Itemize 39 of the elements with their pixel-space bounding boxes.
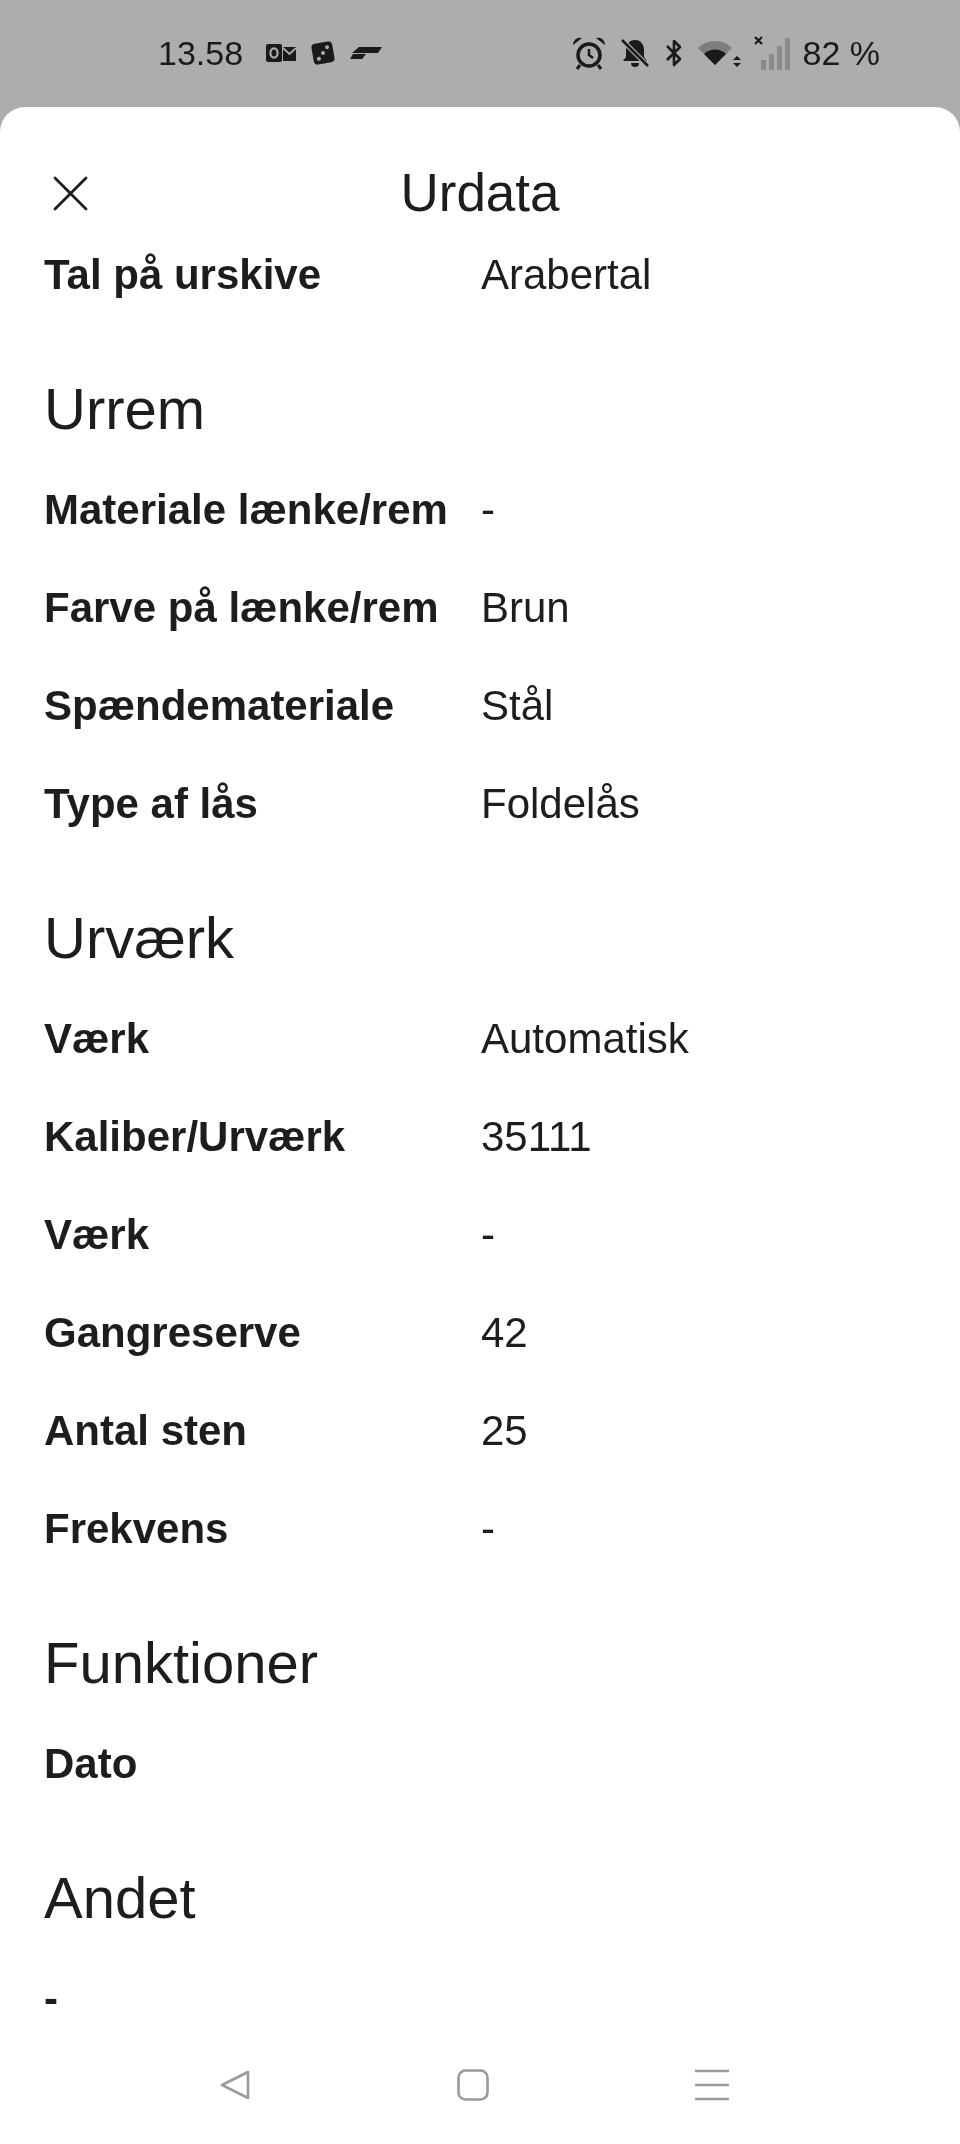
spec-value: Brun [481,583,570,633]
spec-label: Frekvens [44,1505,229,1552]
spec-label: - [44,1975,58,2022]
spec-label: Antal sten [44,1407,248,1454]
spec-value: - [481,1504,495,1554]
signal-icon [753,35,790,70]
spec-value: 42 [481,1308,528,1358]
spec-label: Værk [44,1211,150,1258]
spec-label: Materiale lænke/rem [44,486,448,533]
spec-label: Tal på urskive [44,251,322,298]
spec-label: Værk [44,1015,150,1062]
battery-percent: 82 % [802,32,880,73]
spec-label: Dato [44,1740,138,1787]
alarm-clock-icon [571,35,606,70]
back-icon[interactable] [219,2069,251,2101]
bell-muted-icon [618,36,651,69]
spec-value: Foldelås [481,779,640,829]
spec-label: Spændemateriale [44,682,395,729]
spec-value: Arabertal [481,250,652,300]
section-heading: Andet [44,1865,196,1931]
close-icon[interactable] [53,175,88,211]
spec-value: 35111 [481,1112,592,1162]
stripe-logo-icon [350,46,383,59]
section-heading: Funktioner [44,1630,319,1696]
spec-value: - [481,485,495,535]
sheet-title: Urdata [400,162,560,224]
spec-value: Stål [481,681,554,731]
spec-label: Farve på lænke/rem [44,584,439,631]
spec-label: Gangreserve [44,1309,301,1356]
spec-value: - [481,1210,495,1260]
section-heading: Urrem [44,376,206,442]
section-heading: Urværk [44,905,235,971]
menu-icon[interactable] [695,2069,729,2101]
spec-value: Automatisk [481,1014,689,1064]
status-time: 13.58 [158,32,244,73]
spec-value: 25 [481,1406,528,1456]
home-icon[interactable] [457,2069,489,2101]
spec-label: Type af lås [44,780,258,827]
spec-label: Kaliber/Urværk [44,1113,346,1160]
